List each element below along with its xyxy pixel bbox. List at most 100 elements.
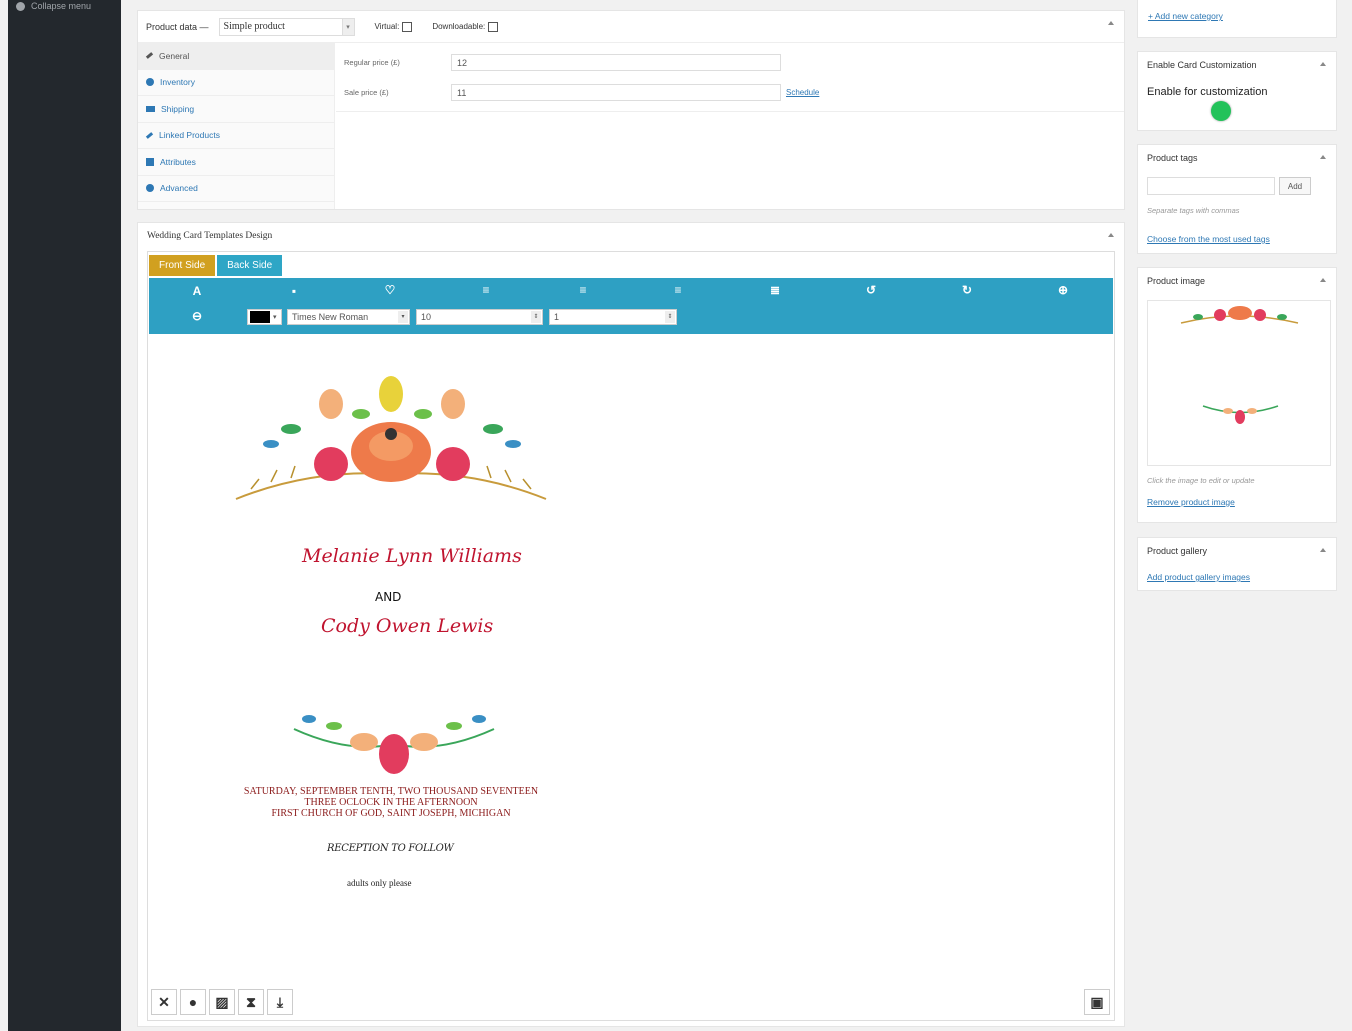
product-data-box: Product data — Simple product ▾ Virtual:… bbox=[137, 10, 1125, 210]
virtual-option[interactable]: Virtual: bbox=[374, 21, 413, 32]
gear-icon bbox=[146, 184, 154, 193]
customization-label: Enable for customization bbox=[1147, 86, 1268, 98]
product-image-thumbnail[interactable] bbox=[1147, 300, 1331, 466]
side-tabs: Front Side Back Side bbox=[149, 255, 283, 276]
virtual-checkbox[interactable] bbox=[402, 21, 413, 32]
downloadable-checkbox[interactable] bbox=[488, 21, 499, 32]
card-details-line: FIRST CHURCH OF GOD, SAINT JOSEPH, MICHI… bbox=[271, 808, 511, 819]
card-details-line: THREE OCLOCK IN THE AFTERNOON bbox=[304, 797, 478, 808]
fill-drop-icon[interactable]: ● bbox=[180, 989, 206, 1015]
tab-label: Attributes bbox=[160, 156, 196, 167]
trash-icon[interactable]: ▪ bbox=[287, 284, 301, 298]
bottom-tools: ✕ ● ▨ ⧗ ⤓ bbox=[151, 989, 293, 1015]
font-family-value: Times New Roman bbox=[292, 312, 369, 322]
virtual-label: Virtual: bbox=[374, 22, 400, 31]
tags-input[interactable] bbox=[1147, 177, 1275, 195]
product-image-title: Product image bbox=[1147, 276, 1206, 286]
card-details-line: SATURDAY, SEPTEMBER TENTH, TWO THOUSAND … bbox=[243, 786, 539, 797]
align-justify-icon[interactable]: ≣ bbox=[768, 283, 782, 297]
text-color-picker[interactable]: ▾ bbox=[247, 309, 282, 325]
product-type-value: Simple product bbox=[223, 21, 285, 32]
tab-inventory[interactable]: Inventory bbox=[138, 70, 334, 96]
align-right-icon[interactable]: ≡ bbox=[671, 283, 685, 297]
admin-sidebar: Collapse menu bbox=[8, 0, 121, 1031]
remove-image-link[interactable]: Remove product image bbox=[1147, 497, 1235, 507]
tab-back-side[interactable]: Back Side bbox=[217, 255, 283, 276]
downloadable-option[interactable]: Downloadable: bbox=[432, 21, 499, 32]
tab-label: General bbox=[159, 50, 190, 61]
line-height-input[interactable]: 1 ⇕ bbox=[549, 309, 677, 325]
heart-icon[interactable]: ♡ bbox=[383, 283, 397, 297]
schedule-link[interactable]: Schedule bbox=[786, 88, 819, 97]
product-data-label: Product data — bbox=[146, 21, 209, 32]
inventory-icon bbox=[146, 78, 154, 87]
customization-toggle[interactable] bbox=[1211, 101, 1231, 121]
tab-attributes[interactable]: Attributes bbox=[138, 149, 334, 176]
collapse-arrow-icon[interactable] bbox=[1320, 278, 1326, 282]
customization-box: Enable Card Customization Enable for cus… bbox=[1137, 51, 1337, 131]
tab-label: Shipping bbox=[161, 103, 195, 114]
spinner-icon[interactable]: ⇕ bbox=[531, 311, 541, 323]
card-details[interactable]: SATURDAY, SEPTEMBER TENTH, TWO THOUSAND … bbox=[231, 786, 551, 819]
card-canvas[interactable]: Melanie Lynn Williams AND Cody Owen Lewi… bbox=[149, 334, 1113, 984]
card-reception[interactable]: RECEPTION TO FOLLOW bbox=[327, 843, 454, 854]
wedding-card-title: Wedding Card Templates Design bbox=[147, 231, 273, 241]
customization-title: Enable Card Customization bbox=[1147, 60, 1257, 70]
collapse-menu-button[interactable]: Collapse menu bbox=[16, 0, 91, 12]
tab-general[interactable]: General bbox=[138, 43, 334, 70]
line-height-value: 1 bbox=[554, 312, 560, 322]
image-icon[interactable]: ▨ bbox=[209, 989, 235, 1015]
font-family-select[interactable]: Times New Roman ▾ bbox=[287, 309, 410, 325]
add-gallery-link[interactable]: Add product gallery images bbox=[1147, 572, 1250, 582]
card-name-1[interactable]: Melanie Lynn Williams bbox=[302, 545, 522, 567]
designer-panel: Front Side Back Side A ▪ ♡ ≡ ≡ ≡ ≣ ↺ ↻ ⊕… bbox=[147, 251, 1115, 1021]
product-image-box: Product image Click the image to edit or… bbox=[1137, 267, 1337, 523]
card-name-2[interactable]: Cody Owen Lewis bbox=[321, 615, 493, 637]
categories-box: + Add new category bbox=[1137, 0, 1337, 38]
zoom-in-icon[interactable]: ⊕ bbox=[1056, 283, 1070, 297]
download-icon[interactable]: ⤓ bbox=[267, 989, 293, 1015]
font-size-input[interactable]: 10 ⇕ bbox=[416, 309, 543, 325]
undo-icon[interactable]: ↺ bbox=[864, 283, 878, 297]
add-category-link[interactable]: + Add new category bbox=[1148, 11, 1223, 21]
product-gallery-box: Product gallery Add product gallery imag… bbox=[1137, 537, 1337, 591]
sale-price-input[interactable]: 11 bbox=[451, 84, 781, 101]
collapse-arrow-icon[interactable] bbox=[1320, 548, 1326, 552]
divider bbox=[336, 111, 1124, 112]
link-icon bbox=[145, 131, 154, 139]
collapse-arrow-icon[interactable] bbox=[1108, 21, 1114, 25]
collapse-arrow-icon[interactable] bbox=[1320, 155, 1326, 159]
floral-bottom-image[interactable] bbox=[289, 704, 499, 784]
chevron-down-icon: ▾ bbox=[341, 18, 354, 35]
product-tags-box: Product tags Add Separate tags with comm… bbox=[1137, 144, 1337, 254]
zoom-out-icon[interactable]: ⊖ bbox=[190, 309, 204, 323]
card-and-text[interactable]: AND bbox=[375, 590, 401, 604]
text-icon[interactable]: A bbox=[190, 284, 204, 298]
font-size-value: 10 bbox=[421, 312, 432, 322]
chevron-down-icon: ▾ bbox=[273, 314, 277, 321]
close-icon[interactable]: ✕ bbox=[151, 989, 177, 1015]
tab-linked-products[interactable]: Linked Products bbox=[138, 123, 334, 149]
tab-front-side[interactable]: Front Side bbox=[149, 255, 216, 276]
card-adults[interactable]: adults only please bbox=[347, 878, 412, 888]
product-type-select[interactable]: Simple product ▾ bbox=[218, 17, 355, 36]
product-data-header: Product data — Simple product ▾ Virtual:… bbox=[138, 11, 1124, 43]
spinner-icon[interactable]: ⇕ bbox=[665, 311, 675, 323]
tab-advanced[interactable]: Advanced bbox=[138, 176, 334, 202]
collapse-icon bbox=[16, 1, 25, 11]
align-center-icon[interactable]: ≡ bbox=[576, 283, 590, 297]
save-icon[interactable]: ▣ bbox=[1084, 989, 1110, 1015]
collapse-arrow-icon[interactable] bbox=[1108, 233, 1114, 237]
collapse-menu-label: Collapse menu bbox=[31, 1, 92, 11]
hourglass-icon[interactable]: ⧗ bbox=[238, 989, 264, 1015]
align-left-icon[interactable]: ≡ bbox=[479, 283, 493, 297]
collapse-arrow-icon[interactable] bbox=[1320, 62, 1326, 66]
chevron-down-icon: ▾ bbox=[398, 311, 408, 323]
tab-shipping[interactable]: Shipping bbox=[138, 96, 334, 123]
thumbnail-floral-image bbox=[1180, 306, 1299, 424]
floral-top-image[interactable] bbox=[231, 374, 551, 509]
most-used-tags-link[interactable]: Choose from the most used tags bbox=[1147, 234, 1270, 244]
redo-icon[interactable]: ↻ bbox=[960, 283, 974, 297]
regular-price-input[interactable]: 12 bbox=[451, 54, 781, 71]
tags-add-button[interactable]: Add bbox=[1279, 177, 1311, 195]
